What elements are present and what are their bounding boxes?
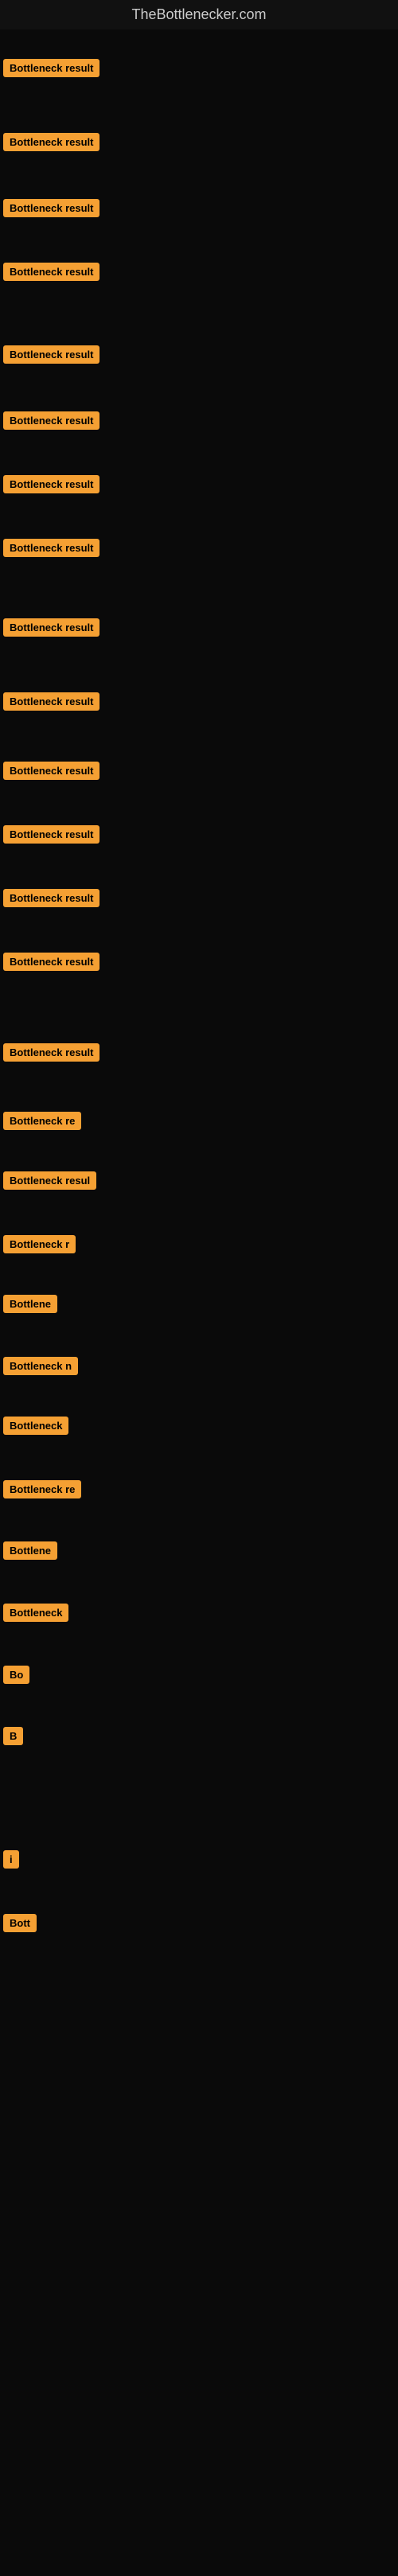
result-row-20: Bottleneck n: [3, 1357, 78, 1379]
result-row-14: Bottleneck result: [3, 953, 100, 975]
bottleneck-badge-6[interactable]: Bottleneck result: [3, 411, 100, 430]
bottleneck-badge-17[interactable]: Bottleneck resul: [3, 1171, 96, 1190]
result-row-2: Bottleneck result: [3, 133, 100, 155]
bottleneck-badge-13[interactable]: Bottleneck result: [3, 889, 100, 907]
result-row-11: Bottleneck result: [3, 762, 100, 784]
result-row-3: Bottleneck result: [3, 199, 100, 221]
result-row-7: Bottleneck result: [3, 475, 100, 497]
result-row-10: Bottleneck result: [3, 692, 100, 715]
results-container: Bottleneck result Bottleneck result Bottle…: [0, 29, 398, 2576]
result-row-25: Bo: [3, 1666, 29, 1688]
bottleneck-badge-11[interactable]: Bottleneck result: [3, 762, 100, 780]
bottleneck-badge-1[interactable]: Bottleneck result: [3, 59, 100, 77]
bottleneck-badge-21[interactable]: Bottleneck: [3, 1417, 68, 1435]
bottleneck-badge-14[interactable]: Bottleneck result: [3, 953, 100, 971]
result-row-6: Bottleneck result: [3, 411, 100, 434]
bottleneck-badge-16[interactable]: Bottleneck re: [3, 1112, 81, 1130]
site-title: TheBottlenecker.com: [0, 0, 398, 29]
result-row-18: Bottleneck r: [3, 1235, 76, 1257]
bottleneck-badge-18[interactable]: Bottleneck r: [3, 1235, 76, 1253]
bottleneck-badge-19[interactable]: Bottlene: [3, 1295, 57, 1313]
bottleneck-badge-22[interactable]: Bottleneck re: [3, 1480, 81, 1498]
result-row-1: Bottleneck result: [3, 59, 100, 81]
bottleneck-badge-23[interactable]: Bottlene: [3, 1541, 57, 1560]
result-row-24: Bottleneck: [3, 1604, 68, 1626]
result-row-29: Bott: [3, 1914, 37, 1936]
bottleneck-badge-4[interactable]: Bottleneck result: [3, 263, 100, 281]
bottleneck-badge-24[interactable]: Bottleneck: [3, 1604, 68, 1622]
result-row-23: Bottlene: [3, 1541, 57, 1564]
bottleneck-badge-8[interactable]: Bottleneck result: [3, 539, 100, 557]
bottleneck-badge-10[interactable]: Bottleneck result: [3, 692, 100, 711]
result-row-13: Bottleneck result: [3, 889, 100, 911]
result-row-9: Bottleneck result: [3, 618, 100, 641]
bottleneck-badge-15[interactable]: Bottleneck result: [3, 1043, 100, 1062]
result-row-17: Bottleneck resul: [3, 1171, 96, 1194]
bottleneck-badge-28[interactable]: i: [3, 1850, 19, 1869]
result-row-12: Bottleneck result: [3, 825, 100, 848]
result-row-21: Bottleneck: [3, 1417, 68, 1439]
result-row-4: Bottleneck result: [3, 263, 100, 285]
result-row-28: i: [3, 1850, 19, 1873]
bottleneck-badge-25[interactable]: Bo: [3, 1666, 29, 1684]
result-row-22: Bottleneck re: [3, 1480, 81, 1502]
bottleneck-badge-9[interactable]: Bottleneck result: [3, 618, 100, 637]
bottleneck-badge-5[interactable]: Bottleneck result: [3, 345, 100, 364]
result-row-26: B: [3, 1727, 23, 1749]
bottleneck-badge-26[interactable]: B: [3, 1727, 23, 1745]
result-row-19: Bottlene: [3, 1295, 57, 1317]
bottleneck-badge-7[interactable]: Bottleneck result: [3, 475, 100, 493]
bottleneck-badge-20[interactable]: Bottleneck n: [3, 1357, 78, 1375]
bottleneck-badge-2[interactable]: Bottleneck result: [3, 133, 100, 151]
bottleneck-badge-12[interactable]: Bottleneck result: [3, 825, 100, 844]
bottleneck-badge-3[interactable]: Bottleneck result: [3, 199, 100, 217]
result-row-15: Bottleneck result: [3, 1043, 100, 1066]
result-row-16: Bottleneck re: [3, 1112, 81, 1134]
result-row-8: Bottleneck result: [3, 539, 100, 561]
bottleneck-badge-29[interactable]: Bott: [3, 1914, 37, 1932]
result-row-5: Bottleneck result: [3, 345, 100, 368]
